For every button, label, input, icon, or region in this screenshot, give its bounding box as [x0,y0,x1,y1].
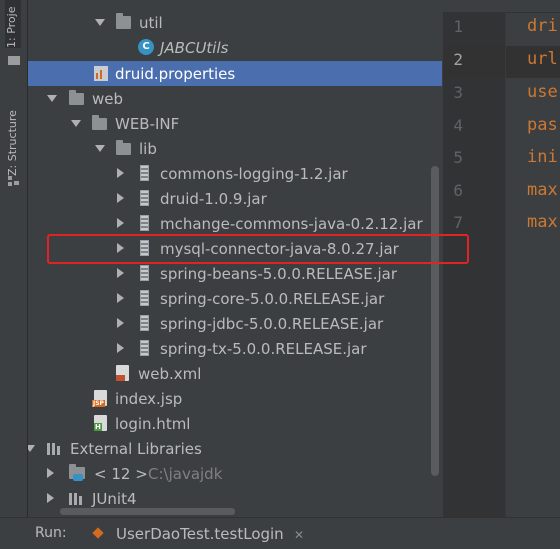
structure-icon [8,176,20,186]
tree-node-jar[interactable]: spring-beans-5.0.0.RELEASE.jar [28,261,442,286]
xml-file-icon [116,365,129,381]
class-icon: C [138,39,154,55]
expand-arrow-icon[interactable] [95,145,105,152]
tree-node-label: mchange-commons-java-0.2.12.jar [160,214,423,233]
expand-arrow-icon[interactable] [47,95,57,102]
collapse-arrow-icon[interactable] [117,218,124,228]
tree-node-index-jsp[interactable]: JSP index.jsp [28,386,442,411]
close-icon[interactable]: ✕ [294,528,304,542]
tree-node-label: < 12 > [94,464,148,483]
collapse-arrow-icon[interactable] [47,468,54,478]
code-line: url [527,49,558,69]
folder-icon [92,115,107,130]
horizontal-scrollbar[interactable] [60,508,235,515]
tree-node-label: web.xml [138,364,202,383]
collapse-arrow-icon[interactable] [117,318,124,328]
code-line: dri [527,16,558,36]
tool-window-strip: 1: Proje Z: Structure [0,0,28,517]
tree-node-web-xml[interactable]: web.xml [28,361,442,386]
libraries-icon [47,441,61,455]
code-line: max [527,180,558,200]
jar-icon [140,190,149,206]
properties-file-icon [94,66,108,81]
jar-icon [140,340,149,356]
collapse-arrow-icon[interactable] [117,293,124,303]
tree-node-lib[interactable]: lib [28,136,442,161]
tree-node-label: JUnit4 [92,489,137,508]
code-line: pas [527,115,558,135]
libraries-icon [69,491,83,505]
folder-icon [116,140,131,155]
tree-node-jar[interactable]: spring-tx-5.0.0.RELEASE.jar [28,336,442,361]
tree-node-label: lib [139,139,157,158]
line-number: 2 [453,50,463,69]
expand-arrow-icon[interactable] [28,445,35,452]
tree-node-label: commons-logging-1.2.jar [160,164,348,183]
code-line: max [527,212,558,232]
line-number: 4 [453,116,463,135]
collapse-arrow-icon[interactable] [117,268,124,278]
expand-arrow-icon[interactable] [71,120,81,127]
jdk-path: C:\javajdk [148,464,223,483]
annotation-highlight-box [47,234,469,264]
tree-node-label: spring-beans-5.0.0.RELEASE.jar [160,264,398,283]
jar-icon [140,215,149,231]
tree-node-label: JABCUtils [160,38,229,57]
line-number: 1 [453,17,463,36]
tree-node-jar[interactable]: spring-jdbc-5.0.0.RELEASE.jar [28,311,442,336]
tree-node-web-inf[interactable]: WEB-INF [28,111,442,136]
web-folder-icon [69,90,84,105]
code-line: use [527,82,558,102]
run-config-tab[interactable]: UserDaoTest.testLogin [116,525,284,543]
tree-node-label: druid.properties [115,64,236,83]
tree-node-label: spring-tx-5.0.0.RELEASE.jar [160,339,367,358]
tree-node-jar[interactable]: commons-logging-1.2.jar [28,161,442,186]
tree-node-label: web [92,89,124,108]
tree-node-external-libraries[interactable]: External Libraries [28,436,442,461]
tree-node-label: login.html [115,414,191,433]
collapse-arrow-icon[interactable] [117,193,124,203]
tree-node-jar[interactable]: druid-1.0.9.jar [28,186,442,211]
tree-node-label: index.jsp [115,389,183,408]
tree-node-label: External Libraries [70,439,202,458]
line-number: 3 [453,83,463,102]
run-label: Run: [35,525,67,541]
panel-header-strip [28,0,442,6]
tree-node-jar[interactable]: mchange-commons-java-0.2.12.jar [28,211,442,236]
jsp-file-icon: JSP [92,390,107,407]
tree-node-label: WEB-INF [115,114,180,133]
html-file-icon: H [94,415,107,431]
jdk-folder-icon [69,464,85,481]
line-number: 7 [453,213,463,232]
tree-node-login-html[interactable]: H login.html [28,411,442,436]
collapse-arrow-icon[interactable] [117,168,124,178]
line-number: 6 [453,181,463,200]
project-tool-tab[interactable]: 1: Proje [5,0,21,48]
tree-node-jabcutils[interactable]: C JABCUtils [28,35,442,60]
line-number: 5 [453,148,463,167]
jar-icon [140,315,149,331]
tree-node-druid-properties[interactable]: druid.properties [28,61,442,86]
tree-node-label: druid-1.0.9.jar [160,189,267,208]
collapse-arrow-icon[interactable] [117,343,124,353]
tree-node-label: spring-core-5.0.0.RELEASE.jar [160,289,385,308]
project-folder-icon [8,56,20,65]
collapse-arrow-icon[interactable] [47,493,54,503]
code-line: ini [527,147,558,167]
vertical-scrollbar[interactable] [431,166,439,476]
jar-icon [140,265,149,281]
structure-tool-tab[interactable]: Z: Structure [6,92,19,176]
jar-icon [140,290,149,306]
package-folder-icon [116,13,131,29]
expand-arrow-icon[interactable] [95,19,105,26]
tree-node-util[interactable]: util [28,10,442,35]
tree-node-jdk[interactable]: < 12 > C:\javajdk [28,461,442,486]
tree-node-web[interactable]: web [28,86,442,111]
jar-icon [140,165,149,181]
run-tool-bar: Run: UserDaoTest.testLogin ✕ [0,517,560,549]
run-config-icon [92,527,104,539]
tree-node-label: util [139,13,163,32]
tree-node-label: spring-jdbc-5.0.0.RELEASE.jar [160,314,384,333]
tree-node-jar[interactable]: spring-core-5.0.0.RELEASE.jar [28,286,442,311]
